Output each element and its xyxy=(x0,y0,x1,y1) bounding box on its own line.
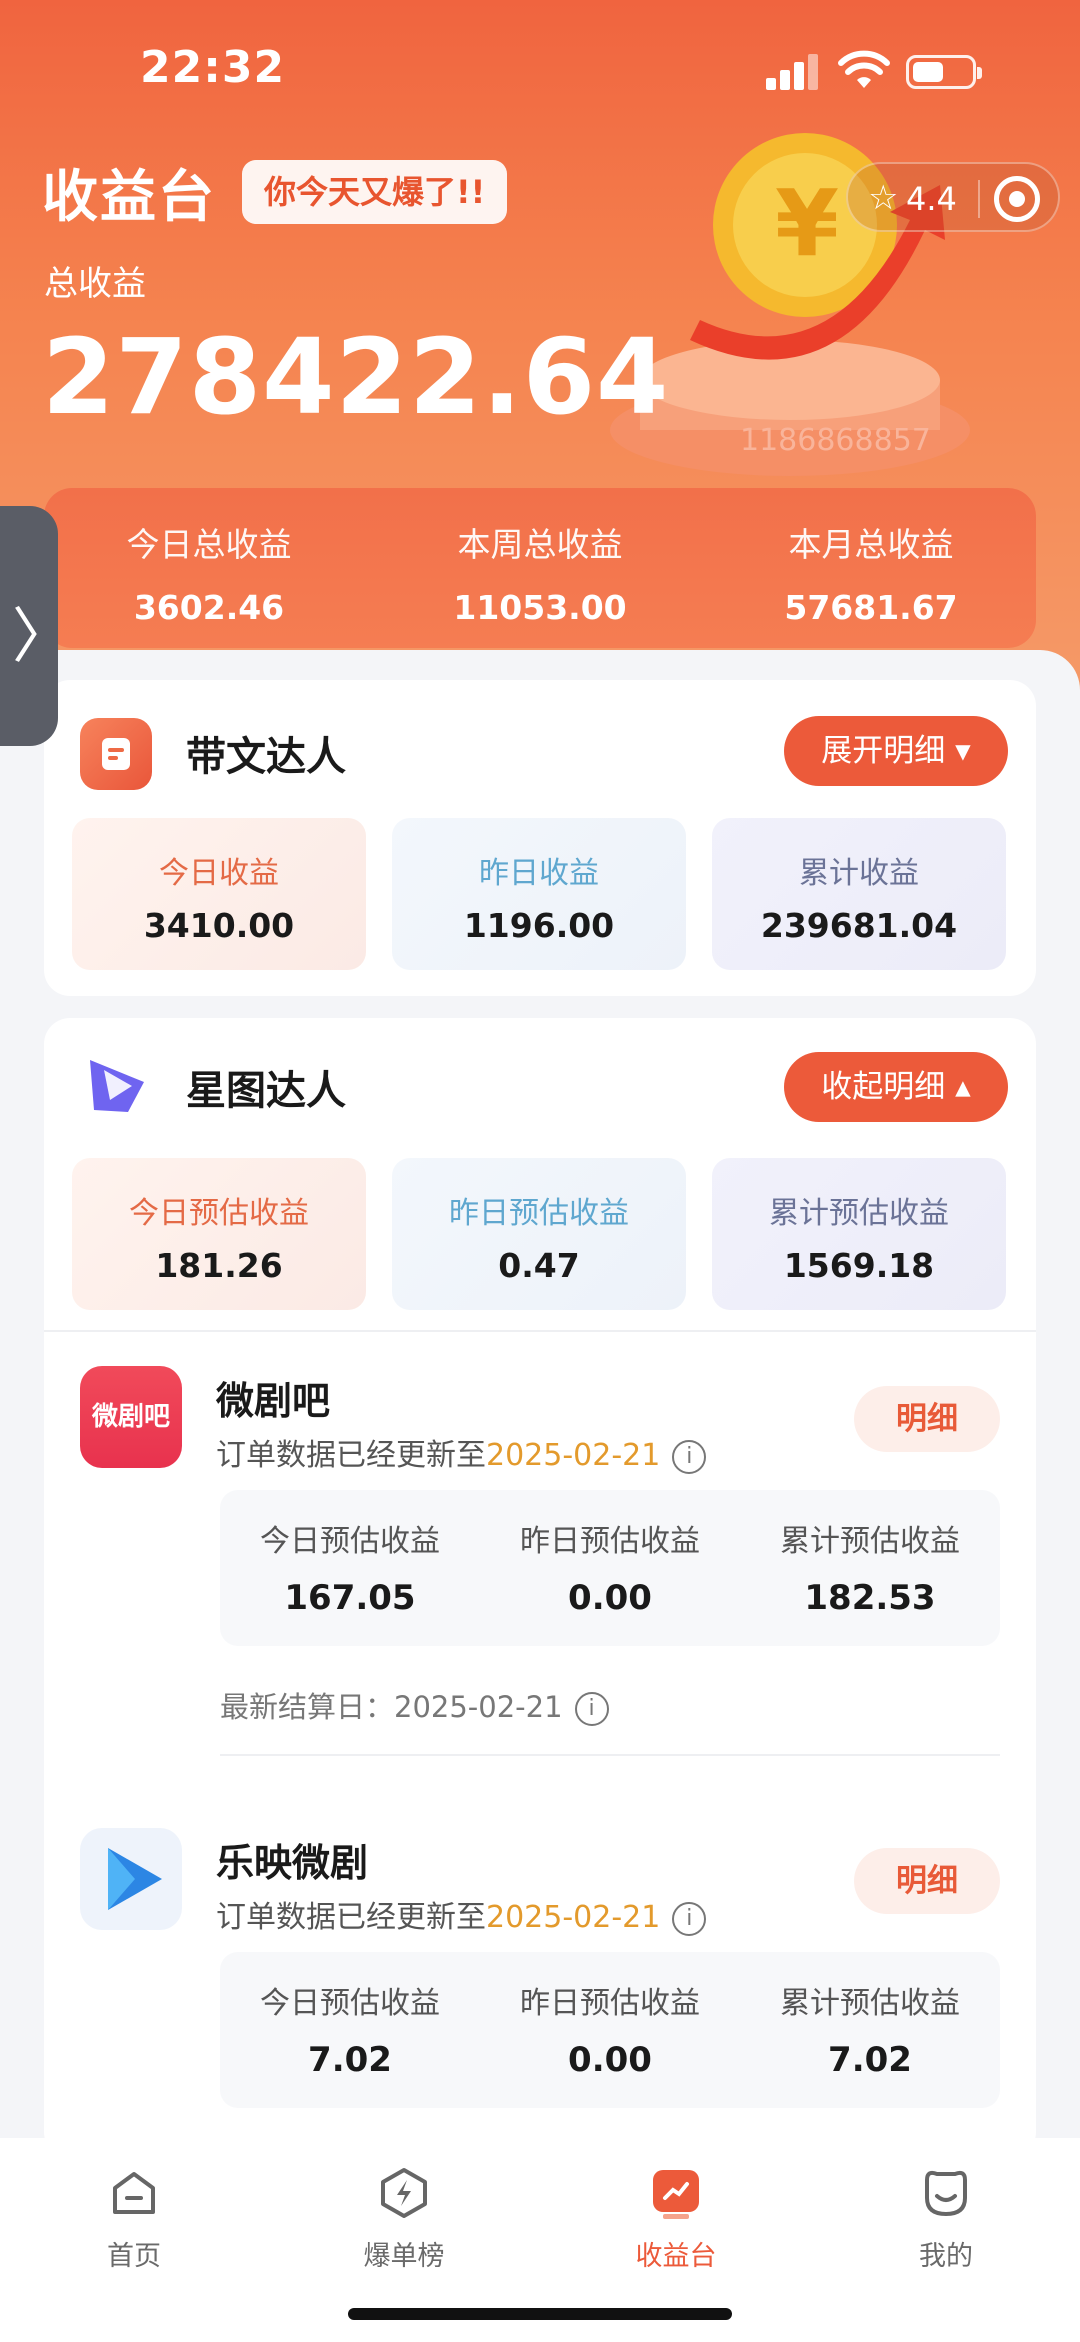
rating-value: 4.4 xyxy=(906,180,957,218)
tab-earnings[interactable]: 收益台 xyxy=(606,2166,746,2273)
lightning-icon xyxy=(381,2168,427,2218)
summary-month: 本月总收益 57681.67 xyxy=(784,525,958,627)
card-xingtu: 星图达人 收起明细 ▴ 今日预估收益 181.26 昨日预估收益 0.47 累计… xyxy=(44,1018,1036,2158)
signal-icon xyxy=(766,54,820,90)
app-name: 微剧吧 xyxy=(216,1379,331,1423)
collapse-detail-button[interactable]: 收起明细 ▴ xyxy=(784,1052,1008,1122)
app-logo-leying xyxy=(80,1828,182,1930)
detail-button[interactable]: 明细 xyxy=(854,1386,1000,1452)
list-item: 乐映微剧 订单数据已经更新至2025-02-21 i 明细 今日预估收益 7.02… xyxy=(44,1828,1036,2158)
info-icon[interactable]: i xyxy=(672,1439,707,1474)
total-earnings-value: 278422.64 xyxy=(42,316,670,438)
card-title: 带文达人 xyxy=(186,734,346,780)
home-indicator xyxy=(348,2308,732,2320)
tile-total: 累计收益 239681.04 xyxy=(712,818,1006,970)
star-map-icon xyxy=(80,1052,152,1124)
title-badge: 你今天又爆了!! xyxy=(242,160,508,224)
update-status: 订单数据已经更新至2025-02-21 i xyxy=(216,1430,707,1474)
info-icon[interactable]: i xyxy=(672,1901,707,1936)
home-icon xyxy=(113,2172,155,2214)
info-icon[interactable]: i xyxy=(574,1692,609,1726)
summary-week: 本周总收益 11053.00 xyxy=(453,525,627,627)
wifi-icon xyxy=(838,50,890,88)
doc-icon xyxy=(80,718,152,790)
svg-text:¥: ¥ xyxy=(775,170,839,277)
expand-detail-button[interactable]: 展开明细 ▾ xyxy=(784,716,1008,786)
tile-total-est: 累计预估收益 1569.18 xyxy=(712,1158,1006,1310)
tile-today-est: 今日预估收益 181.26 xyxy=(72,1158,366,1310)
earnings-icon xyxy=(653,2170,699,2219)
tile-yesterday-est: 昨日预估收益 0.47 xyxy=(392,1158,686,1310)
tab-profile[interactable]: 我的 xyxy=(876,2166,1016,2273)
estimate-box: 今日预估收益 167.05 昨日预估收益 0.00 累计预估收益 182.53 xyxy=(220,1490,1000,1646)
list-item: 微剧吧 微剧吧 订单数据已经更新至2025-02-21 i 明细 今日预估收益 1… xyxy=(44,1366,1036,1806)
summary-today: 今日总收益 3602.46 xyxy=(126,525,292,627)
star-icon: ☆ xyxy=(868,178,899,218)
tab-home[interactable]: 首页 xyxy=(64,2166,204,2273)
card-daiwen: 带文达人 展开明细 ▾ 今日收益 3410.00 昨日收益 1196.00 累计… xyxy=(44,680,1036,996)
app-logo-weijuba: 微剧吧 xyxy=(80,1366,182,1468)
summary-bar: 今日总收益 3602.46 本周总收益 11053.00 本月总收益 57681… xyxy=(44,488,1036,648)
status-time: 22:32 xyxy=(140,42,286,93)
tile-today: 今日收益 3410.00 xyxy=(72,818,366,970)
tab-hot-orders[interactable]: 爆单榜 xyxy=(334,2166,474,2273)
total-earnings-label: 总收益 xyxy=(44,264,146,304)
page-title: 收益台 xyxy=(42,165,216,230)
target-icon[interactable] xyxy=(994,176,1040,222)
coin-text: 1186868857 xyxy=(740,423,931,458)
rating-pill[interactable]: ☆ 4.4 xyxy=(846,162,1060,232)
tile-yesterday: 昨日收益 1196.00 xyxy=(392,818,686,970)
estimate-box: 今日预估收益 7.02 昨日预估收益 0.00 累计预估收益 7.02 xyxy=(220,1952,1000,2108)
app-name: 乐映微剧 xyxy=(216,1841,369,1885)
update-status: 订单数据已经更新至2025-02-21 i xyxy=(216,1892,707,1936)
side-drawer-handle[interactable]: 〉 xyxy=(0,506,72,746)
status-bar: 22:32 xyxy=(0,0,1080,140)
content-panel: 带文达人 展开明细 ▾ 今日收益 3410.00 昨日收益 1196.00 累计… xyxy=(0,650,1080,2158)
settlement-date: 最新结算日：2025-02-21 i xyxy=(220,1684,609,1726)
battery-icon xyxy=(906,55,982,89)
card-title: 星图达人 xyxy=(186,1068,346,1114)
detail-button[interactable]: 明细 xyxy=(854,1848,1000,1914)
chevron-right-icon: 〉 xyxy=(12,602,72,672)
profile-icon xyxy=(925,2170,967,2217)
